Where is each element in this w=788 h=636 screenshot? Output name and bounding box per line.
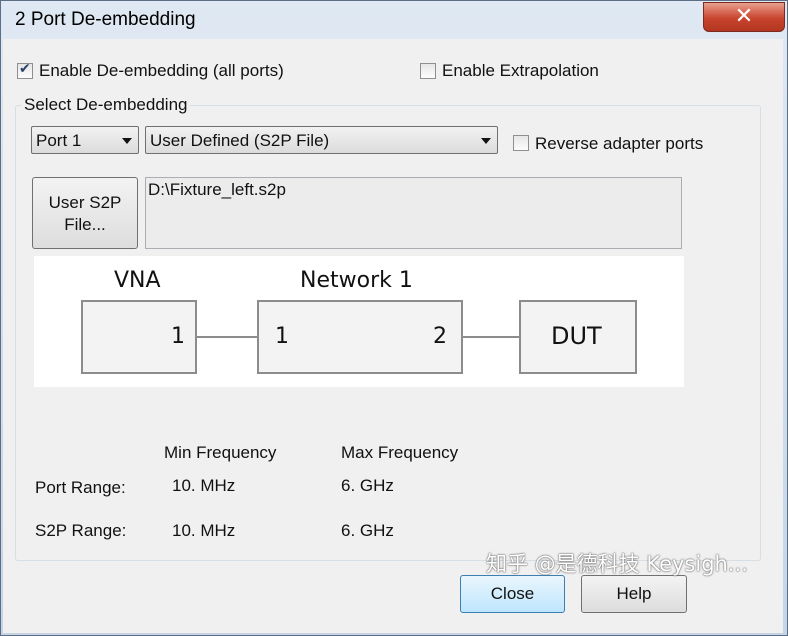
user-s2p-file-button[interactable]: User S2P File... (32, 177, 138, 249)
deembedding-type-select[interactable]: User Defined (S2P File) (145, 126, 498, 154)
enable-extrapolation-label[interactable]: Enable Extrapolation (442, 61, 599, 81)
s2p-file-path-text: D:\Fixture_left.s2p (148, 180, 286, 199)
help-button-label: Help (616, 584, 652, 603)
port-range-min: 10. MHz (172, 476, 236, 495)
deembedding-dialog: 2 Port De-embedding ✕ Enable De-embeddin… (0, 0, 788, 636)
close-icon: ✕ (734, 4, 754, 29)
network-port-left-label: 1 (275, 324, 289, 349)
network-dut-link (463, 336, 521, 338)
window-title: 2 Port De-embedding (15, 9, 196, 30)
watermark: 知乎 @是德科技 Keysigh... (486, 552, 748, 576)
network-label: Network 1 (300, 268, 413, 293)
vna-block: 1 (81, 300, 197, 374)
network-diagram: VNA Network 1 1 1 2 DUT (34, 256, 684, 387)
user-s2p-button-line2: File... (64, 215, 106, 234)
dut-block: DUT (519, 300, 637, 374)
chevron-down-icon (481, 138, 491, 144)
s2p-range-min: 10. MHz (172, 521, 236, 540)
max-frequency-header: Max Frequency (341, 443, 459, 462)
vna-label: VNA (114, 268, 161, 293)
port-select[interactable]: Port 1 (31, 126, 139, 154)
enable-extrapolation-checkbox[interactable] (420, 63, 436, 79)
reverse-adapter-checkbox[interactable] (513, 135, 529, 151)
s2p-range-label: S2P Range: (35, 521, 127, 540)
s2p-range-max: 6. GHz (341, 521, 394, 540)
close-button[interactable]: Close (460, 575, 565, 613)
chevron-down-icon (122, 138, 132, 144)
select-deembedding-title: Select De-embedding (21, 95, 191, 115)
reverse-adapter-label[interactable]: Reverse adapter ports (535, 134, 703, 154)
network-port-right-label: 2 (433, 324, 447, 349)
title-bar: 2 Port De-embedding ✕ (1, 1, 787, 39)
network-block: 1 2 (257, 300, 463, 374)
user-s2p-button-line1: User S2P (48, 193, 122, 212)
deembedding-type-value: User Defined (S2P File) (150, 131, 330, 150)
vna-network-link (197, 336, 259, 338)
dut-label: DUT (551, 322, 602, 350)
s2p-file-path-field[interactable]: D:\Fixture_left.s2p (145, 177, 682, 249)
window-close-button[interactable]: ✕ (703, 2, 785, 32)
port-select-value: Port 1 (36, 131, 82, 150)
dialog-client-area: Enable De-embedding (all ports) Enable E… (3, 39, 783, 633)
close-button-label: Close (490, 584, 535, 603)
vna-port-label: 1 (171, 324, 185, 349)
port-range-max: 6. GHz (341, 476, 394, 495)
enable-deembedding-label[interactable]: Enable De-embedding (all ports) (39, 61, 284, 81)
help-button[interactable]: Help (581, 575, 687, 613)
min-frequency-header: Min Frequency (164, 443, 277, 462)
enable-deembedding-checkbox[interactable] (17, 61, 33, 79)
port-range-label: Port Range: (35, 478, 126, 497)
